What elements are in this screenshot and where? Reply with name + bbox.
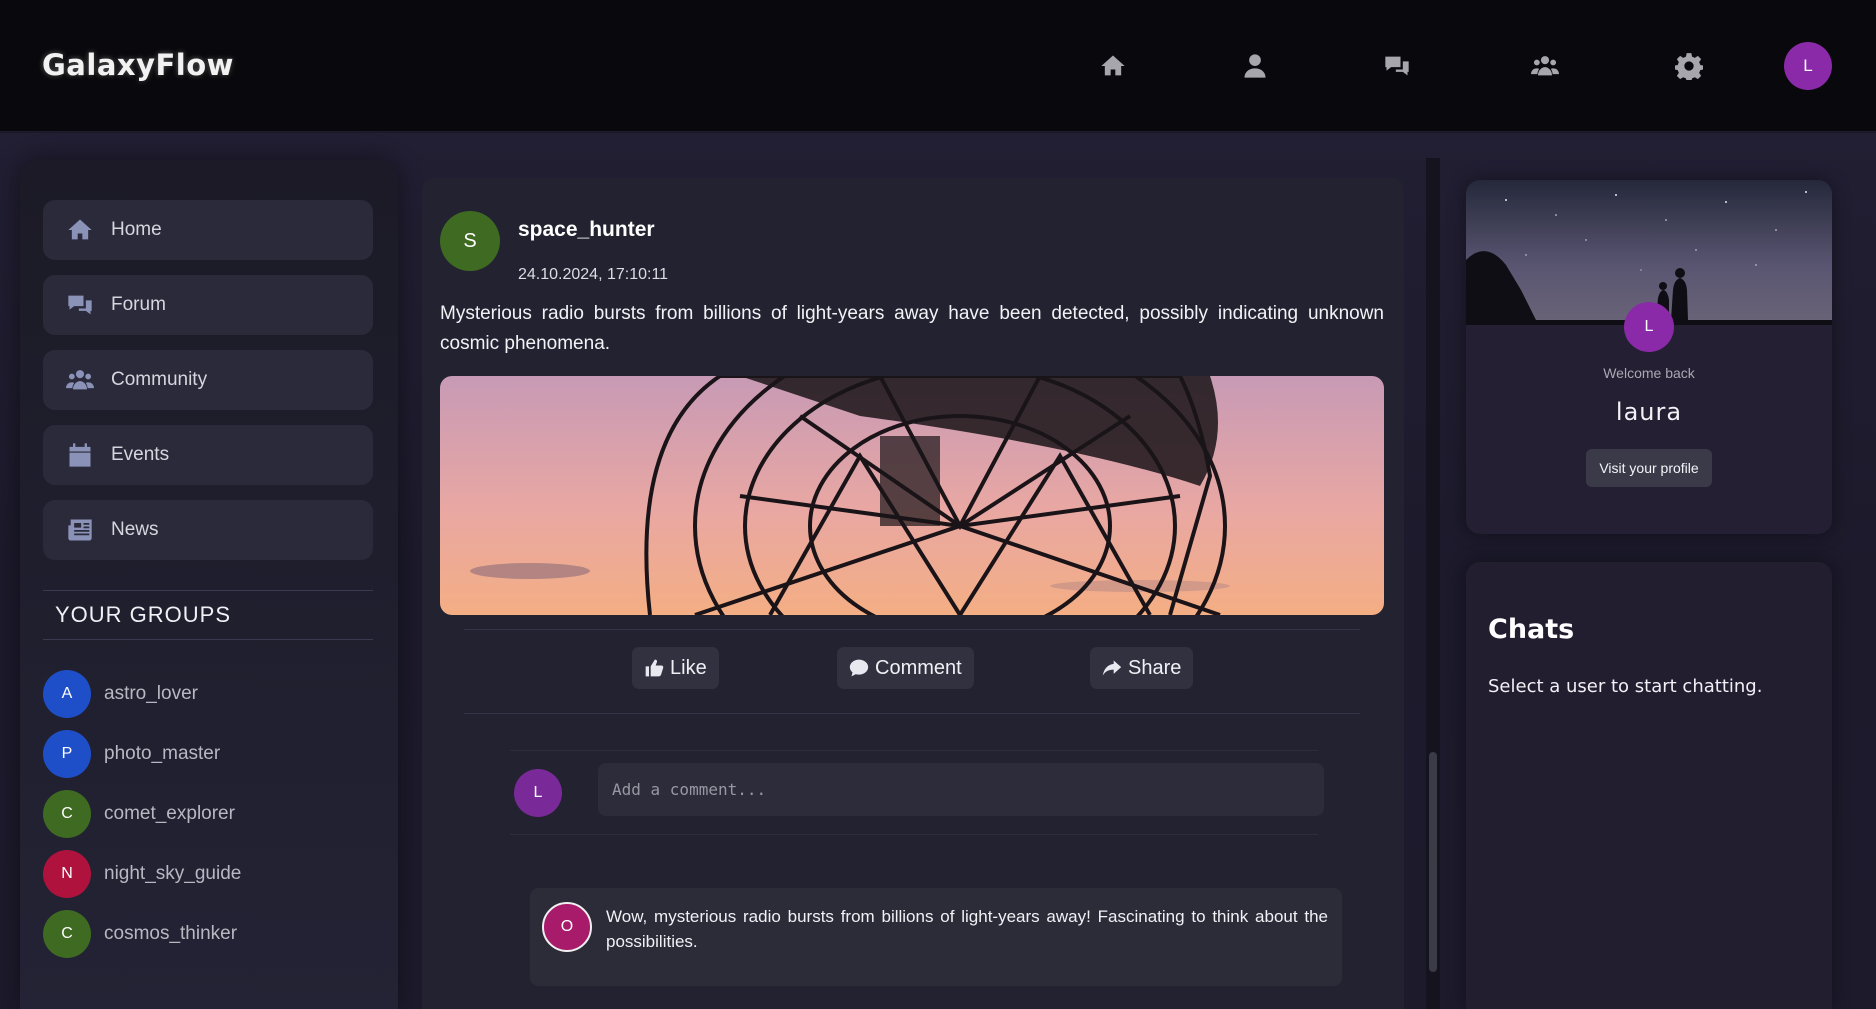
group-item[interactable]: N night_sky_guide bbox=[43, 850, 241, 898]
comment-composer: L bbox=[510, 750, 1324, 835]
share-icon bbox=[1102, 660, 1122, 676]
divider bbox=[464, 629, 1360, 630]
comment-icon bbox=[849, 659, 869, 677]
comment-input[interactable] bbox=[598, 763, 1324, 816]
visit-profile-button[interactable]: Visit your profile bbox=[1586, 449, 1712, 487]
post-card: S space_hunter 24.10.2024, 17:10:11 Myst… bbox=[422, 178, 1404, 1009]
avatar: L bbox=[514, 769, 562, 817]
profile-avatar[interactable]: L bbox=[1624, 302, 1674, 352]
left-sidebar: Home Forum Community Events News YOUR GR… bbox=[20, 160, 398, 1009]
chat-icon bbox=[68, 295, 92, 315]
avatar: P bbox=[43, 730, 91, 778]
feed-scrollbar-thumb[interactable] bbox=[1429, 752, 1437, 972]
app-logo[interactable]: GalaxyFlow bbox=[42, 48, 234, 82]
sidebar-item-news[interactable]: News bbox=[43, 500, 373, 560]
sidebar-item-label: Community bbox=[111, 369, 208, 390]
chats-title: Chats bbox=[1488, 614, 1575, 645]
welcome-text: Welcome back bbox=[1603, 365, 1695, 381]
group-item[interactable]: P photo_master bbox=[43, 730, 220, 778]
sidebar-item-label: Events bbox=[111, 444, 170, 465]
group-name: night_sky_guide bbox=[104, 863, 242, 884]
groups-heading: YOUR GROUPS bbox=[43, 590, 373, 640]
profile-card: L Welcome back laura Visit your profile bbox=[1466, 180, 1832, 534]
sidebar-item-label: News bbox=[111, 519, 159, 540]
sidebar-item-events[interactable]: Events bbox=[43, 425, 373, 485]
avatar[interactable]: S bbox=[440, 211, 500, 271]
chat-icon[interactable] bbox=[1381, 50, 1413, 82]
avatar: C bbox=[43, 910, 91, 958]
group-name: comet_explorer bbox=[104, 803, 235, 824]
users-icon bbox=[66, 370, 94, 390]
post-image[interactable] bbox=[440, 376, 1384, 615]
group-item[interactable]: C cosmos_thinker bbox=[43, 910, 237, 958]
group-item[interactable]: C comet_explorer bbox=[43, 790, 235, 838]
comment-label: Comment bbox=[875, 656, 962, 679]
group-name: photo_master bbox=[104, 743, 221, 764]
user-icon[interactable] bbox=[1239, 50, 1271, 82]
comment-item: O Wow, mysterious radio bursts from bill… bbox=[530, 888, 1342, 986]
sidebar-item-forum[interactable]: Forum bbox=[43, 275, 373, 335]
home-icon bbox=[68, 219, 92, 240]
user-avatar[interactable]: L bbox=[1784, 42, 1832, 90]
share-button[interactable]: Share bbox=[1090, 647, 1194, 689]
group-name: cosmos_thinker bbox=[104, 923, 238, 944]
avatar[interactable]: O bbox=[542, 902, 592, 952]
sidebar-item-community[interactable]: Community bbox=[43, 350, 373, 410]
post-timestamp: 24.10.2024, 17:10:11 bbox=[518, 266, 669, 283]
group-name: astro_lover bbox=[104, 683, 198, 704]
avatar: C bbox=[43, 790, 91, 838]
divider bbox=[464, 713, 1360, 714]
post-text: Mysterious radio bursts from billions of… bbox=[440, 303, 1384, 354]
chats-panel: Chats Select a user to start chatting. bbox=[1466, 562, 1832, 1009]
share-label: Share bbox=[1128, 656, 1182, 679]
top-bar: GalaxyFlow L bbox=[0, 0, 1876, 132]
newspaper-icon bbox=[68, 519, 92, 541]
avatar: N bbox=[43, 850, 91, 898]
post-username[interactable]: space_hunter bbox=[518, 218, 655, 242]
thumbs-up-icon bbox=[645, 659, 664, 677]
avatar: A bbox=[43, 670, 91, 718]
profile-name: laura bbox=[1615, 398, 1683, 426]
sidebar-item-label: Forum bbox=[111, 294, 166, 315]
calendar-icon bbox=[69, 443, 91, 467]
users-icon[interactable] bbox=[1529, 50, 1561, 82]
like-button[interactable]: Like bbox=[632, 647, 719, 689]
home-icon[interactable] bbox=[1097, 50, 1129, 82]
comment-button[interactable]: Comment bbox=[837, 647, 974, 689]
group-item[interactable]: A astro_lover bbox=[43, 670, 198, 718]
chats-empty-message: Select a user to start chatting. bbox=[1488, 676, 1763, 697]
like-label: Like bbox=[670, 656, 707, 679]
sidebar-item-home[interactable]: Home bbox=[43, 200, 373, 260]
sidebar-item-label: Home bbox=[111, 219, 162, 240]
gear-icon[interactable] bbox=[1673, 50, 1705, 82]
comment-text: Wow, mysterious radio bursts from billio… bbox=[606, 907, 1328, 951]
